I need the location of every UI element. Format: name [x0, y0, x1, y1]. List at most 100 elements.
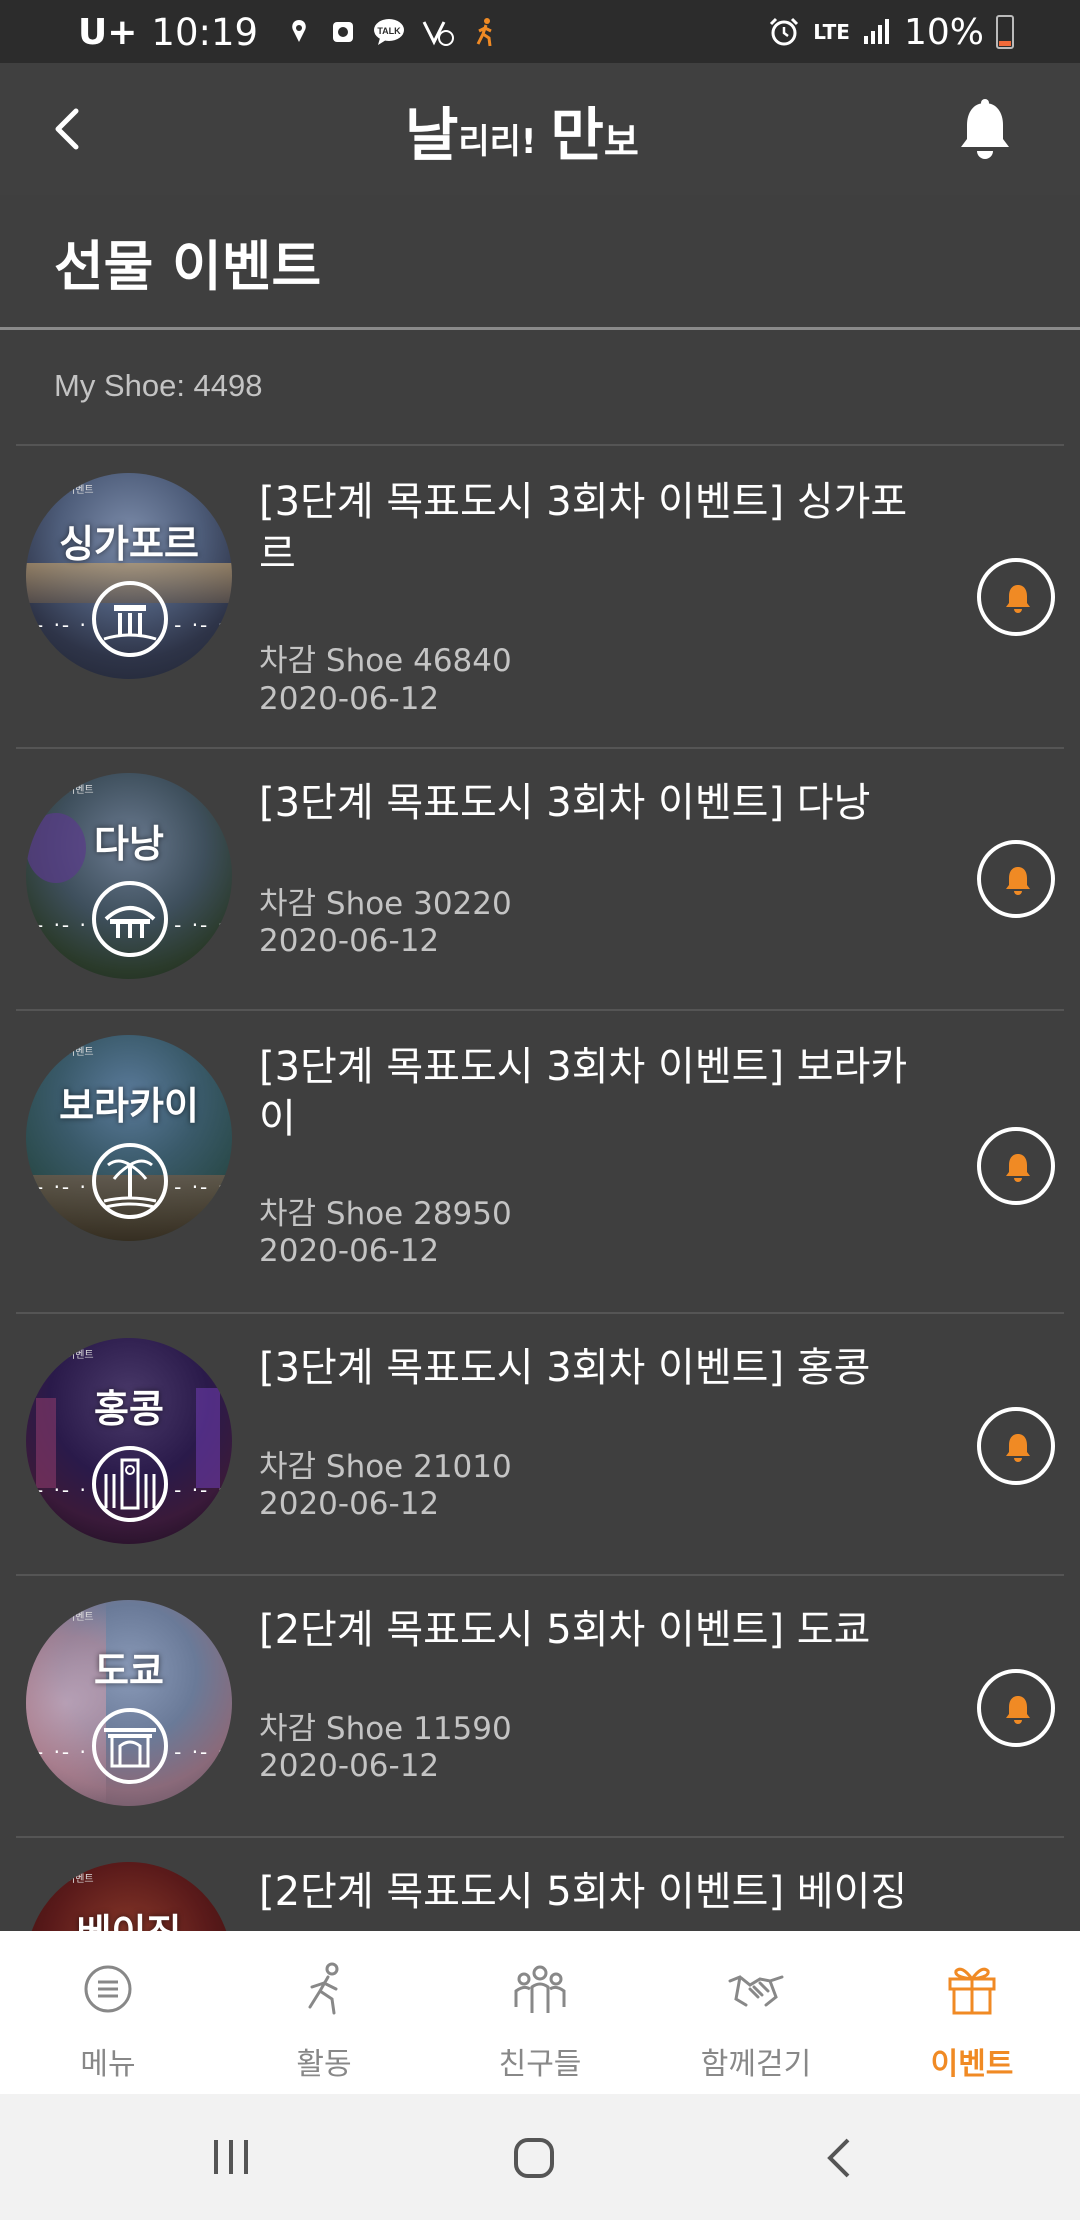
list-item[interactable]: 이벤트 도쿄 - ·- · - ·- · [2단계 목표도시 5회차 이벤트] …: [0, 1576, 1080, 1838]
event-alarm-button[interactable]: [977, 558, 1055, 636]
gift-icon: [948, 1967, 996, 2015]
event-thumbnail: 이벤트 보라카이 - ·- · - ·- ·: [26, 1035, 232, 1241]
event-thumbnail: 이벤트 다낭 - ·- · - ·- ·: [26, 773, 232, 979]
event-title: [3단계 목표도시 3회차 이벤트] 홍콩: [259, 1345, 871, 1391]
footstep-icon: - ·- ·: [174, 913, 226, 937]
list-item[interactable]: 이벤트 보라카이 - ·- · - ·- · [3단계 목표도시 3회차 이벤트…: [0, 1011, 1080, 1314]
thumb-badge: 이벤트: [66, 1047, 94, 1058]
footstep-icon: - ·- ·: [36, 1740, 88, 1764]
nav-label: 함께걷기: [700, 2047, 812, 2082]
footstep-icon: - ·- ·: [174, 1478, 226, 1502]
event-alarm-button[interactable]: [977, 840, 1055, 918]
event-alarm-button[interactable]: [977, 1407, 1055, 1485]
bell-icon[interactable]: [955, 97, 1015, 163]
event-title: [2단계 목표도시 5회차 이벤트] 베이징: [259, 1869, 908, 1915]
bell-icon: [1006, 1154, 1030, 1182]
logo-part: 만: [550, 101, 604, 169]
nav-item-friends[interactable]: 친구들: [432, 1931, 648, 2094]
event-cost: 차감 Shoe 11590: [259, 1711, 512, 1747]
talk-icon: TALK: [374, 19, 405, 45]
event-date: 2020-06-12: [259, 681, 440, 717]
list-item[interactable]: 이벤트 싱가포르 - ·- · - ·- · [3단계 목표도시 3회차 이벤트…: [0, 446, 1080, 749]
nav-item-walk-together[interactable]: 함께걷기: [648, 1931, 864, 2094]
list-item[interactable]: 이벤트 다낭 - ·- · - ·- · [3단계 목표도시 3회차 이벤트] …: [0, 749, 1080, 1011]
event-date: 2020-06-12: [259, 1233, 440, 1269]
footstep-icon: - ·- ·: [36, 1175, 88, 1199]
nav-label: 이벤트: [930, 2047, 1014, 2082]
event-cost: 차감 Shoe 28950: [259, 1196, 512, 1232]
back-icon[interactable]: [820, 2134, 860, 2182]
palm-tree-emblem-icon: [92, 1143, 168, 1219]
nav-label: 메뉴: [80, 2047, 136, 2082]
bridge-emblem-icon: [92, 881, 168, 957]
footstep-icon: - ·- ·: [174, 1740, 226, 1764]
handshake-icon: [728, 1975, 784, 2007]
logo-part: 날: [405, 101, 459, 169]
home-icon[interactable]: [510, 2134, 558, 2182]
bottom-nav: 메뉴 활동 친구들 함께걷기 이벤트: [0, 1931, 1080, 2094]
event-alarm-button[interactable]: [977, 1669, 1055, 1747]
event-alarm-button[interactable]: [977, 1127, 1055, 1205]
chevron-left-icon[interactable]: [40, 99, 100, 159]
logo-part: 리리!: [458, 122, 537, 162]
event-cost: 차감 Shoe 46840: [259, 643, 512, 679]
event-date: 2020-06-12: [259, 1748, 440, 1784]
thumb-badge: 이벤트: [66, 485, 94, 496]
page-title: 선물 이벤트: [54, 235, 322, 298]
event-cost: 차감 Shoe 21010: [259, 1449, 512, 1485]
event-title: [3단계 목표도시 3회차 이벤트] 다낭: [259, 780, 871, 826]
app-logo: 날 리리! 만 보: [405, 93, 639, 165]
location-icon: [292, 20, 306, 42]
list-item[interactable]: 이벤트 홍콩 - ·- · - ·- · [3단계 목표도시 3회차 이벤트] …: [0, 1314, 1080, 1576]
event-thumbnail: 이벤트 홍콩 - ·- · - ·- ·: [26, 1338, 232, 1544]
nav-item-menu[interactable]: 메뉴: [0, 1931, 216, 2094]
bell-icon: [1006, 585, 1030, 613]
alarm-icon: [770, 17, 799, 46]
network-type: LTE: [813, 20, 850, 44]
thumb-label: 다낭: [94, 822, 164, 866]
running-icon: [308, 1962, 339, 2015]
nav-item-events[interactable]: 이벤트: [864, 1931, 1080, 2094]
event-cost: 차감 Shoe 30220: [259, 886, 512, 922]
recent-apps-icon[interactable]: [208, 2134, 254, 2180]
event-date: 2020-06-12: [259, 923, 440, 959]
thumb-label: 보라카이: [59, 1084, 199, 1128]
system-nav-bar: [0, 2094, 1080, 2220]
event-date: 2020-06-12: [259, 1486, 440, 1522]
status-bar: U+ 10:19 TALK LTE 10%: [0, 0, 1080, 63]
svg-text:TALK: TALK: [377, 26, 401, 36]
footstep-icon: - ·- ·: [36, 613, 88, 637]
battery-icon: [996, 15, 1014, 49]
signal-icon: [863, 19, 889, 44]
divider: [0, 327, 1080, 330]
clock-tower-emblem-icon: [92, 1446, 168, 1522]
gate-emblem-icon: [92, 1708, 168, 1784]
footstep-icon: - ·- ·: [36, 1478, 88, 1502]
bell-icon: [1006, 1696, 1030, 1724]
media-icon: [333, 22, 354, 42]
event-thumbnail: 이벤트 도쿄 - ·- · - ·- ·: [26, 1600, 232, 1806]
friends-icon: [514, 1965, 566, 2013]
list-item[interactable]: 이벤트 베이징 [2단계 목표도시 5회차 이벤트] 베이징: [0, 1838, 1080, 1931]
footstep-icon: - ·- ·: [174, 1175, 226, 1199]
thumb-badge: 이벤트: [66, 785, 94, 796]
bell-icon: [1006, 1434, 1030, 1462]
nav-item-activity[interactable]: 활동: [216, 1931, 432, 2094]
battery-percent: 10%: [903, 11, 984, 53]
event-thumbnail: 이벤트 베이징: [26, 1862, 232, 1931]
event-title: [2단계 목표도시 5회차 이벤트] 도쿄: [259, 1607, 871, 1653]
menu-icon: [84, 1965, 132, 2013]
event-thumbnail: 이벤트 싱가포르 - ·- · - ·- ·: [26, 473, 232, 679]
event-title: [3단계 목표도시 3회차 이벤트] 싱가포르: [259, 479, 908, 577]
thumb-label: 홍콩: [94, 1387, 164, 1431]
logo-part: 보: [603, 120, 639, 164]
bell-icon: [1006, 867, 1030, 895]
app-header: 날 리리! 만 보: [0, 63, 1080, 195]
wifi-call-icon: [422, 21, 455, 46]
thumb-label: 도쿄: [94, 1649, 164, 1693]
nav-label: 친구들: [498, 2047, 582, 2082]
thumb-label: 싱가포르: [59, 522, 199, 566]
event-title: [3단계 목표도시 3회차 이벤트] 보라카이: [259, 1044, 908, 1142]
nav-label: 활동: [296, 2047, 352, 2082]
footstep-icon: - ·- ·: [36, 913, 88, 937]
